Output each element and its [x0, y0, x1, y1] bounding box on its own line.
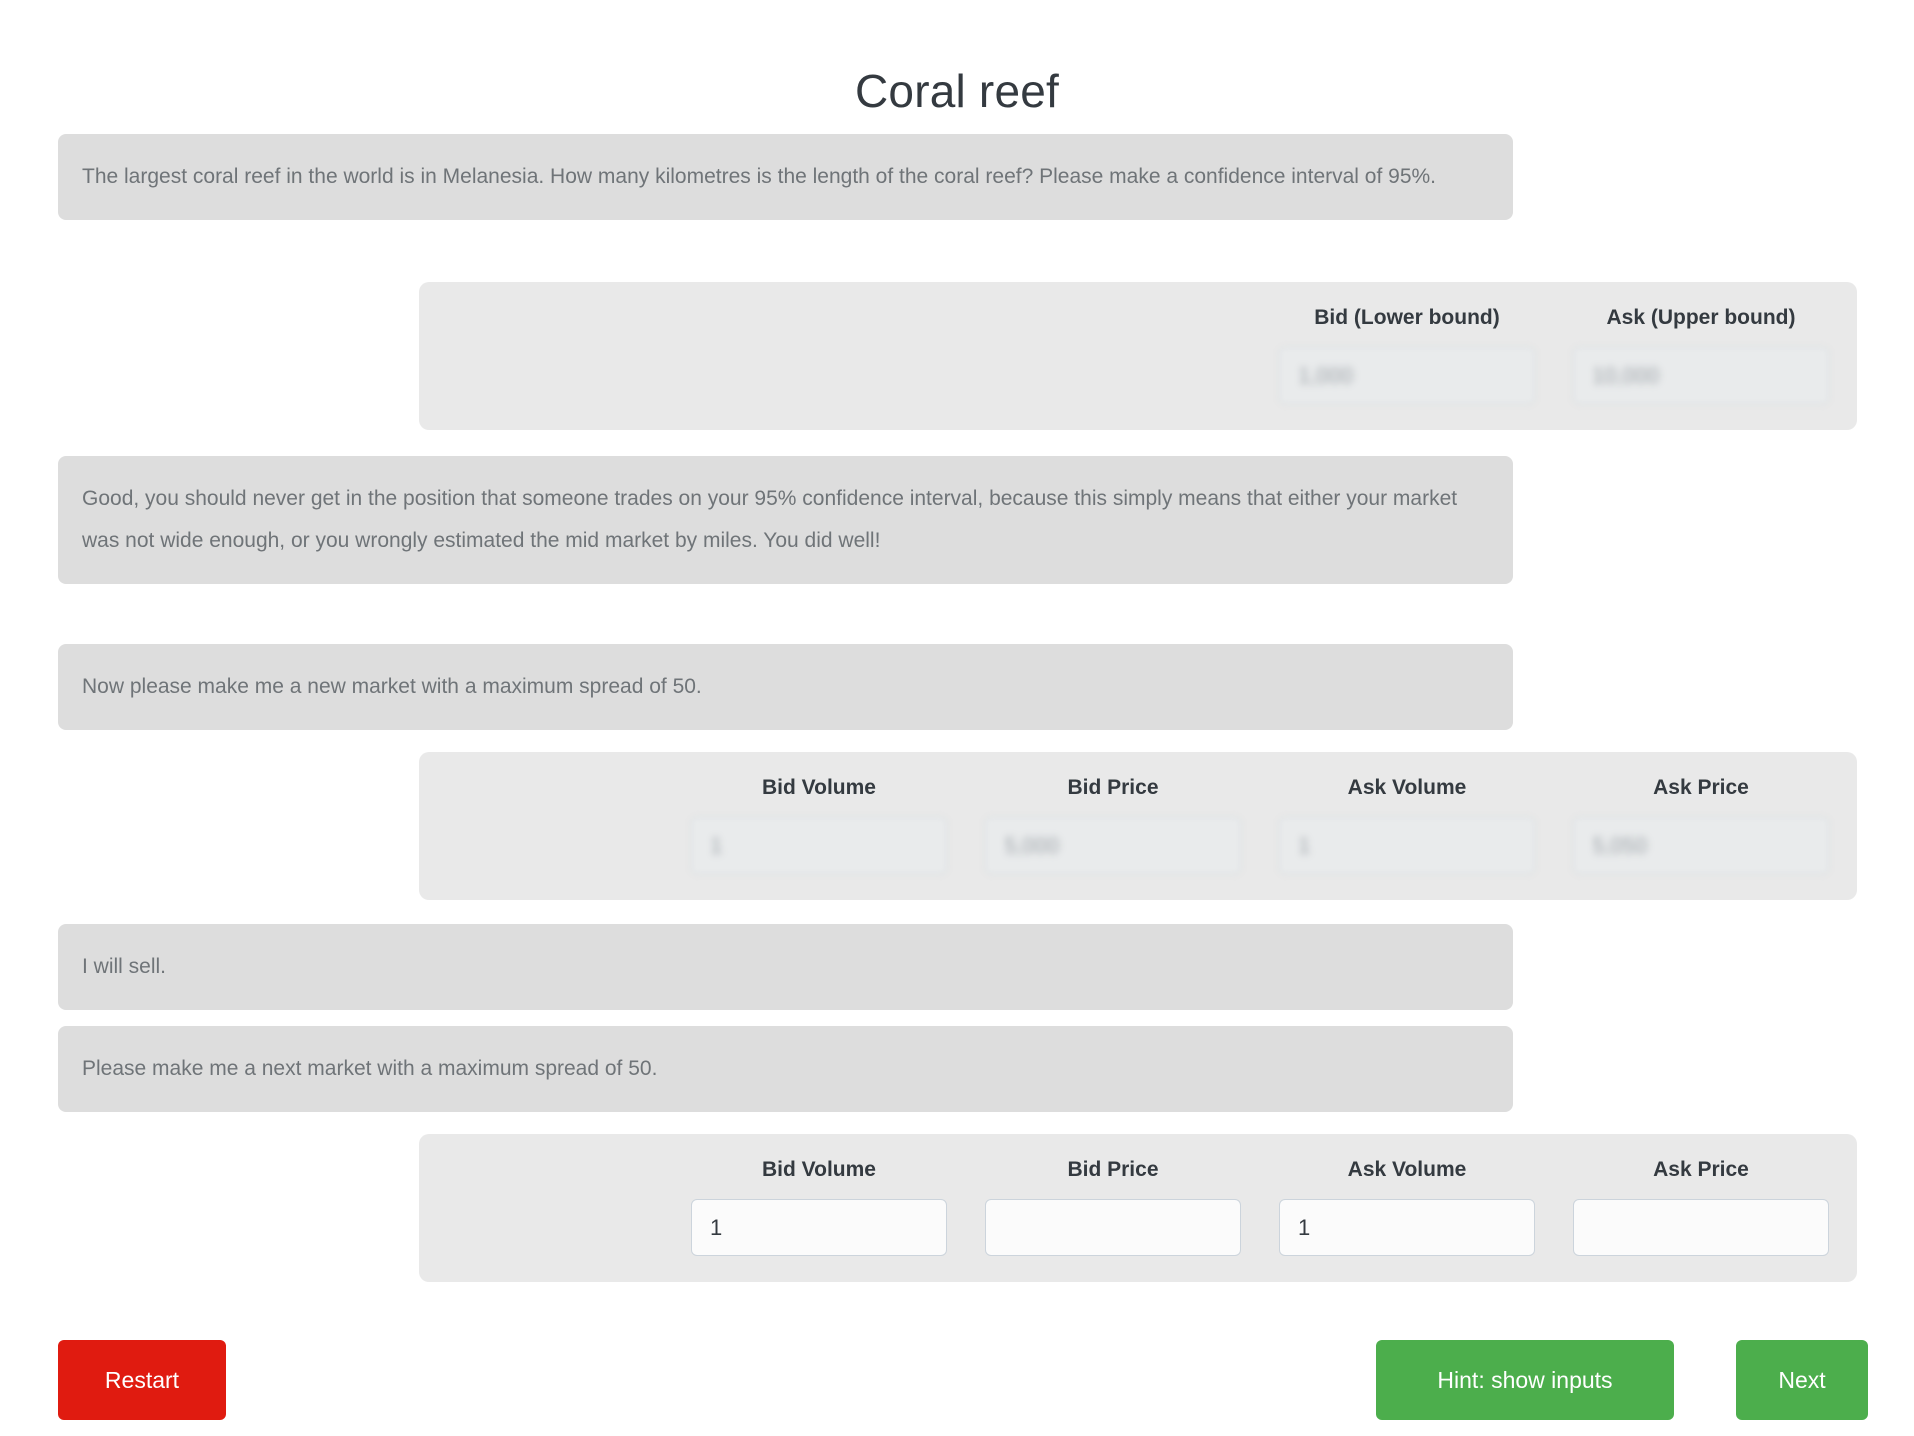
field-label-ask-volume: Ask Volume	[1347, 1158, 1467, 1181]
field-group-bid-price: Bid Price	[985, 1158, 1241, 1256]
chat-message-text: The largest coral reef in the world is i…	[82, 165, 1437, 188]
restart-button[interactable]: Restart	[58, 1340, 226, 1420]
page-title: Coral reef	[855, 64, 1059, 117]
field-label-ask-price: Ask Price	[1653, 1158, 1749, 1181]
field-group-bid-volume: Bid Volume	[691, 1158, 947, 1256]
field-group-bid-price: Bid Price	[985, 776, 1241, 874]
chat-message-new-market-request: Now please make me a new market with a m…	[58, 644, 1513, 730]
field-group-bid-lower-bound: Bid (Lower bound)	[1279, 306, 1535, 404]
input-bid-lower-bound	[1279, 347, 1535, 404]
field-group-ask-upper-bound: Ask (Upper bound)	[1573, 306, 1829, 404]
field-label-ask-price: Ask Price	[1653, 776, 1749, 799]
field-label-bid-lower-bound: Bid (Lower bound)	[1314, 306, 1500, 329]
input-row-market-inputs-1: Bid Volume Bid Price Ask Volume Ask Price	[419, 752, 1857, 900]
chat-message-text: Now please make me a new market with a m…	[82, 675, 702, 698]
input-bid-volume	[691, 817, 947, 874]
field-label-bid-price: Bid Price	[1067, 776, 1159, 799]
input-ask-volume	[1279, 817, 1535, 874]
field-group-ask-price: Ask Price	[1573, 1158, 1829, 1256]
field-group-bid-volume: Bid Volume	[691, 776, 947, 874]
field-group-ask-price: Ask Price	[1573, 776, 1829, 874]
field-label-bid-volume: Bid Volume	[762, 1158, 876, 1181]
input-ask-volume[interactable]	[1279, 1199, 1535, 1256]
input-ask-price[interactable]	[1573, 1199, 1829, 1256]
field-group-ask-volume: Ask Volume	[1279, 776, 1535, 874]
chat-message-text: Good, you should never get in the positi…	[82, 487, 1458, 552]
market-making-exercise-page: Coral reef The largest coral reef in the…	[0, 0, 1914, 1436]
input-row-market-inputs-2: Bid Volume Bid Price Ask Volume Ask Price	[419, 1134, 1857, 1282]
field-label-bid-price: Bid Price	[1067, 1158, 1159, 1181]
field-label-ask-volume: Ask Volume	[1347, 776, 1467, 799]
next-button[interactable]: Next	[1736, 1340, 1868, 1420]
input-ask-upper-bound	[1573, 347, 1829, 404]
chat-message-question-prompt: The largest coral reef in the world is i…	[58, 134, 1513, 220]
input-bid-volume[interactable]	[691, 1199, 947, 1256]
input-row-confidence-interval-inputs: Bid (Lower bound) Ask (Upper bound)	[419, 282, 1857, 430]
chat-message-text: I will sell.	[82, 955, 167, 978]
field-label-bid-volume: Bid Volume	[762, 776, 876, 799]
input-bid-price[interactable]	[985, 1199, 1241, 1256]
chat-message-trade-decision: I will sell.	[58, 924, 1513, 1010]
input-ask-price	[1573, 817, 1829, 874]
input-bid-price	[985, 817, 1241, 874]
field-group-ask-volume: Ask Volume	[1279, 1158, 1535, 1256]
chat-message-next-market-request: Please make me a next market with a maxi…	[58, 1026, 1513, 1112]
hint-show-inputs-button[interactable]: Hint: show inputs	[1376, 1340, 1674, 1420]
chat-message-text: Please make me a next market with a maxi…	[82, 1057, 658, 1080]
chat-message-feedback-message: Good, you should never get in the positi…	[58, 456, 1513, 584]
field-label-ask-upper-bound: Ask (Upper bound)	[1606, 306, 1796, 329]
